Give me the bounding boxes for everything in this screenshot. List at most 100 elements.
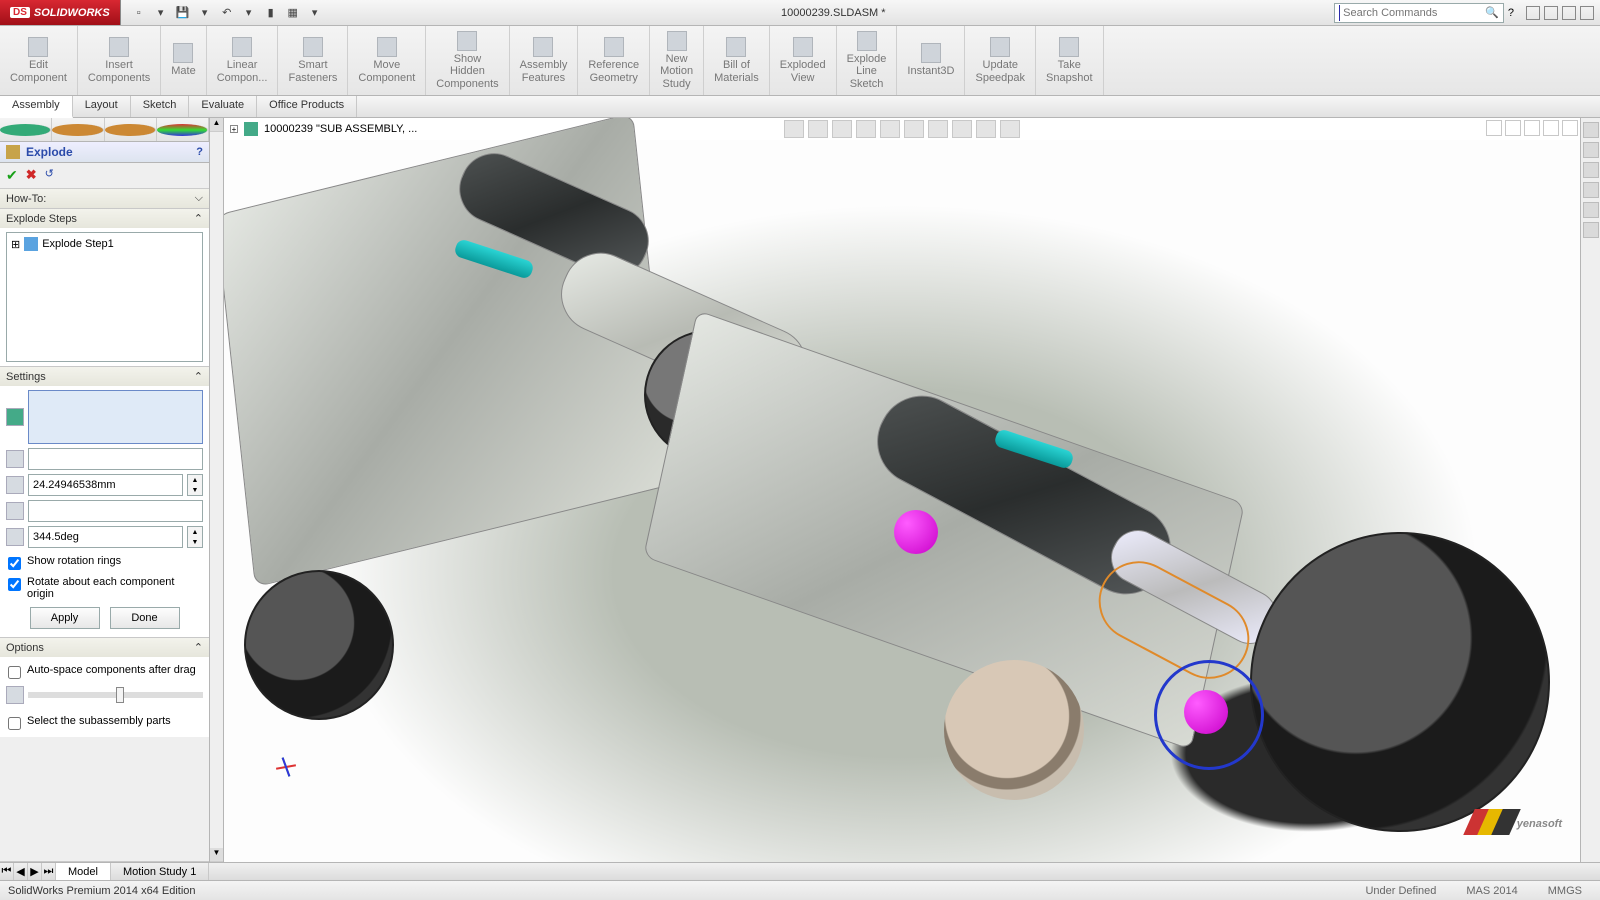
ribbon-smart[interactable]: SmartFasteners bbox=[278, 26, 348, 95]
done-button[interactable]: Done bbox=[110, 607, 180, 629]
tab-nav-next-icon[interactable]: ▶ bbox=[28, 863, 42, 880]
ribbon-edit[interactable]: EditComponent bbox=[0, 26, 78, 95]
ribbon-reference[interactable]: ReferenceGeometry bbox=[578, 26, 650, 95]
distance-spinner[interactable]: ▲▼ bbox=[187, 474, 203, 496]
qat-undo-icon[interactable]: ↶ bbox=[219, 5, 235, 21]
display-style-icon[interactable] bbox=[904, 120, 924, 138]
edit-appearance-icon[interactable] bbox=[952, 120, 972, 138]
ribbon-exploded[interactable]: ExplodedView bbox=[770, 26, 837, 95]
panel-scrollbar[interactable]: ▲ ▼ bbox=[210, 118, 224, 862]
close-button[interactable] bbox=[1580, 6, 1594, 20]
undo-button[interactable]: ↺ bbox=[45, 167, 54, 184]
taskpane-view-palette-icon[interactable] bbox=[1583, 182, 1599, 198]
tab-motion-study-1[interactable]: Motion Study 1 bbox=[111, 863, 209, 880]
qat-options-icon[interactable]: ▾ bbox=[307, 5, 323, 21]
panel-help-icon[interactable]: ? bbox=[196, 146, 203, 158]
hide-show-icon[interactable] bbox=[928, 120, 948, 138]
search-magnifier-icon[interactable]: 🔍 bbox=[1485, 6, 1499, 19]
zoom-fit-icon[interactable] bbox=[784, 120, 804, 138]
scroll-up-icon[interactable]: ▲ bbox=[210, 118, 223, 132]
vp-btn-5[interactable] bbox=[1562, 120, 1578, 136]
configmanager-tab[interactable] bbox=[105, 118, 157, 141]
zoom-area-icon[interactable] bbox=[808, 120, 828, 138]
ribbon-insert[interactable]: InsertComponents bbox=[78, 26, 161, 95]
qat-rebuild-icon[interactable]: ▦ bbox=[285, 5, 301, 21]
tab-office-products[interactable]: Office Products bbox=[257, 96, 357, 117]
tree-expand-icon[interactable]: ⊞ bbox=[11, 238, 20, 251]
propertymanager-tab[interactable] bbox=[52, 118, 104, 141]
ribbon-assembly[interactable]: AssemblyFeatures bbox=[510, 26, 579, 95]
ribbon-move[interactable]: MoveComponent bbox=[348, 26, 426, 95]
spacing-slider[interactable] bbox=[28, 692, 203, 698]
angle-spinner[interactable]: ▲▼ bbox=[187, 526, 203, 548]
qat-save-icon[interactable]: 💾 bbox=[175, 5, 191, 21]
tab-evaluate[interactable]: Evaluate bbox=[189, 96, 257, 117]
maximize-button[interactable] bbox=[1562, 6, 1576, 20]
autospace-checkbox[interactable] bbox=[8, 666, 21, 679]
search-input[interactable] bbox=[1343, 7, 1485, 19]
taskpane-custom-props-icon[interactable] bbox=[1583, 222, 1599, 238]
howto-header[interactable]: How-To: ⌵ bbox=[0, 189, 209, 208]
featuremanager-tab[interactable] bbox=[0, 118, 52, 141]
displaymanager-tab[interactable] bbox=[157, 118, 209, 141]
vp-btn-4[interactable] bbox=[1543, 120, 1559, 136]
settings-header[interactable]: Settings ⌃ bbox=[0, 367, 209, 386]
qat-open-icon[interactable]: ▾ bbox=[153, 5, 169, 21]
taskpane-file-explorer-icon[interactable] bbox=[1583, 162, 1599, 178]
vp-btn-1[interactable] bbox=[1486, 120, 1502, 136]
ribbon-new[interactable]: NewMotionStudy bbox=[650, 26, 704, 95]
explode-steps-header[interactable]: Explode Steps ⌃ bbox=[0, 209, 209, 228]
tab-sketch[interactable]: Sketch bbox=[131, 96, 190, 117]
vp-btn-3[interactable] bbox=[1524, 120, 1540, 136]
scroll-down-icon[interactable]: ▼ bbox=[210, 848, 223, 862]
explode-steps-list[interactable]: ⊞ Explode Step1 bbox=[6, 232, 203, 362]
view-settings-icon[interactable] bbox=[1000, 120, 1020, 138]
tab-assembly[interactable]: Assembly bbox=[0, 96, 73, 118]
angle-input[interactable] bbox=[28, 526, 183, 548]
tree-expand-icon[interactable]: + bbox=[230, 125, 238, 133]
taskpane-resources-icon[interactable] bbox=[1583, 122, 1599, 138]
ribbon-bill-of[interactable]: Bill ofMaterials bbox=[704, 26, 770, 95]
ribbon-mate[interactable]: Mate bbox=[161, 26, 206, 95]
ribbon-linear[interactable]: LinearCompon... bbox=[207, 26, 279, 95]
taskpane-design-library-icon[interactable] bbox=[1583, 142, 1599, 158]
rotation-axis-input[interactable] bbox=[28, 500, 203, 522]
tab-nav-last-icon[interactable]: ⏭ bbox=[42, 863, 56, 880]
cancel-button[interactable]: ✖ bbox=[26, 167, 37, 184]
taskpane-appearances-icon[interactable] bbox=[1583, 202, 1599, 218]
qat-print-icon[interactable]: ▾ bbox=[197, 5, 213, 21]
explode-step-item[interactable]: ⊞ Explode Step1 bbox=[11, 237, 198, 251]
qat-redo-icon[interactable]: ▾ bbox=[241, 5, 257, 21]
previous-view-icon[interactable] bbox=[832, 120, 852, 138]
components-selection-box[interactable] bbox=[28, 390, 203, 444]
ok-button[interactable]: ✔ bbox=[6, 167, 18, 184]
restore-button[interactable] bbox=[1544, 6, 1558, 20]
rotate-about-origin-checkbox[interactable] bbox=[8, 578, 21, 591]
minimize-button[interactable] bbox=[1526, 6, 1540, 20]
help-icon[interactable]: ? bbox=[1508, 7, 1514, 19]
select-subassembly-checkbox[interactable] bbox=[8, 717, 21, 730]
orientation-triad[interactable] bbox=[264, 742, 304, 782]
ribbon-instant3d[interactable]: Instant3D bbox=[897, 26, 965, 95]
flyout-tree-title[interactable]: 10000239 "SUB ASSEMBLY, ... bbox=[264, 123, 417, 135]
tab-nav-first-icon[interactable]: ⏮ bbox=[0, 863, 14, 880]
apply-scene-icon[interactable] bbox=[976, 120, 996, 138]
options-header[interactable]: Options ⌃ bbox=[0, 638, 209, 657]
graphics-viewport[interactable]: + 10000239 "SUB ASSEMBLY, ... ✔ ✖ bbox=[224, 118, 1580, 862]
ribbon-explode[interactable]: ExplodeLineSketch bbox=[837, 26, 898, 95]
qat-select-icon[interactable]: ▮ bbox=[263, 5, 279, 21]
vp-btn-2[interactable] bbox=[1505, 120, 1521, 136]
direction-input[interactable] bbox=[28, 448, 203, 470]
ribbon-show[interactable]: ShowHiddenComponents bbox=[426, 26, 509, 95]
tab-nav-prev-icon[interactable]: ◀ bbox=[14, 863, 28, 880]
search-box[interactable]: 🔍 bbox=[1334, 3, 1504, 23]
section-view-icon[interactable] bbox=[856, 120, 876, 138]
tab-model[interactable]: Model bbox=[56, 863, 111, 880]
ribbon-update[interactable]: UpdateSpeedpak bbox=[965, 26, 1036, 95]
ribbon-take[interactable]: TakeSnapshot bbox=[1036, 26, 1103, 95]
tab-layout[interactable]: Layout bbox=[73, 96, 131, 117]
distance-input[interactable] bbox=[28, 474, 183, 496]
apply-button[interactable]: Apply bbox=[30, 607, 100, 629]
view-orientation-icon[interactable] bbox=[880, 120, 900, 138]
qat-new-icon[interactable]: ▫ bbox=[131, 5, 147, 21]
